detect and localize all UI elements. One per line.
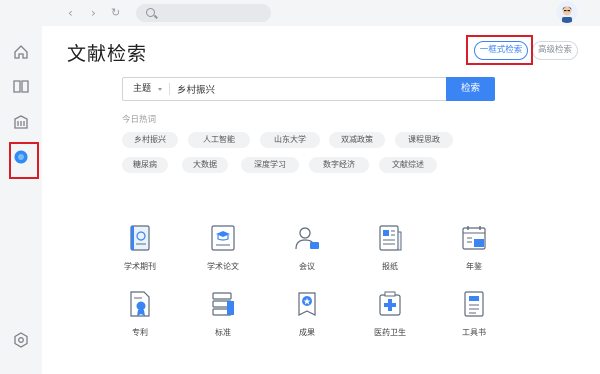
reference-book-icon [464,291,484,317]
category-standard[interactable]: 标准 [193,288,253,340]
book-icon[interactable] [10,75,32,97]
back-icon[interactable]: ‹ [68,6,73,20]
user-avatar[interactable] [556,1,578,23]
thesis-icon [211,225,235,251]
category-label: 学术期刊 [124,262,156,271]
sidebar [0,26,42,374]
category-medicine[interactable]: 医药卫生 [360,288,420,340]
refresh-icon[interactable]: ↻ [111,6,120,20]
patent-icon [130,291,150,317]
category-label: 标准 [215,328,231,337]
category-achievement[interactable]: 成果 [277,288,337,340]
newspaper-icon [379,225,402,251]
medicine-icon [379,291,401,316]
category-label: 学术论文 [207,262,239,271]
hot-word-chip[interactable]: 大数据 [182,157,228,173]
hot-word-chip[interactable]: 人工智能 [188,132,250,148]
highlight-box-tab [466,35,533,65]
category-newspaper[interactable]: 报纸 [360,222,420,274]
hot-word-chip[interactable]: 数字经济 [309,157,369,173]
search-bar: 主题 检索 [122,77,495,101]
category-label: 年鉴 [466,262,482,271]
category-label: 报纸 [382,262,398,271]
hot-word-chip[interactable]: 糖尿病 [122,157,168,173]
conference-icon [295,227,319,250]
standard-icon [212,292,234,316]
highlight-box-sidebar [9,142,39,179]
hot-word-chip[interactable]: 双减政策 [329,132,385,148]
settings-icon[interactable] [10,329,32,351]
field-select[interactable]: 主题 [123,78,169,100]
category-reference-book[interactable]: 工具书 [444,288,504,340]
category-patent[interactable]: 专利 [110,288,170,340]
hot-word-chip[interactable]: 文献综述 [379,157,437,173]
search-icon [146,8,155,17]
page-title: 文献检索 [67,43,148,65]
search-button[interactable]: 检索 [446,77,495,101]
divider [169,83,170,95]
category-label: 医药卫生 [374,328,406,337]
category-academic-journal[interactable]: 学术期刊 [110,222,170,274]
hot-word-chip[interactable]: 深度学习 [241,157,299,173]
search-input[interactable] [177,78,437,100]
main-panel: 文献检索 一框式检索 高级检索 主题 检索 今日热词 乡村振兴 人工智能 山东大… [42,26,600,374]
category-academic-thesis[interactable]: 学术论文 [193,222,253,274]
forward-icon[interactable]: › [91,6,96,20]
field-select-label: 主题 [133,84,152,94]
category-label: 专利 [132,328,148,337]
chevron-down-icon [158,88,162,91]
browser-toolbar: ‹ › ↻ [0,0,600,26]
library-icon[interactable] [10,111,32,133]
hot-words-title: 今日热词 [122,115,157,125]
hot-word-chip[interactable]: 山东大学 [260,132,320,148]
category-label: 会议 [299,262,315,271]
achievement-icon [298,292,316,316]
category-conference[interactable]: 会议 [277,222,337,274]
home-icon[interactable] [10,41,32,63]
hot-word-chip[interactable]: 乡村振兴 [122,132,178,148]
category-label: 成果 [299,328,315,337]
yearbook-icon [462,226,486,250]
advanced-search-tab[interactable]: 高级检索 [532,41,578,60]
category-label: 工具书 [462,328,486,337]
hot-word-chip[interactable]: 课程思政 [395,132,453,148]
journal-icon [130,225,150,251]
address-bar[interactable] [136,4,271,22]
category-yearbook[interactable]: 年鉴 [444,222,504,274]
